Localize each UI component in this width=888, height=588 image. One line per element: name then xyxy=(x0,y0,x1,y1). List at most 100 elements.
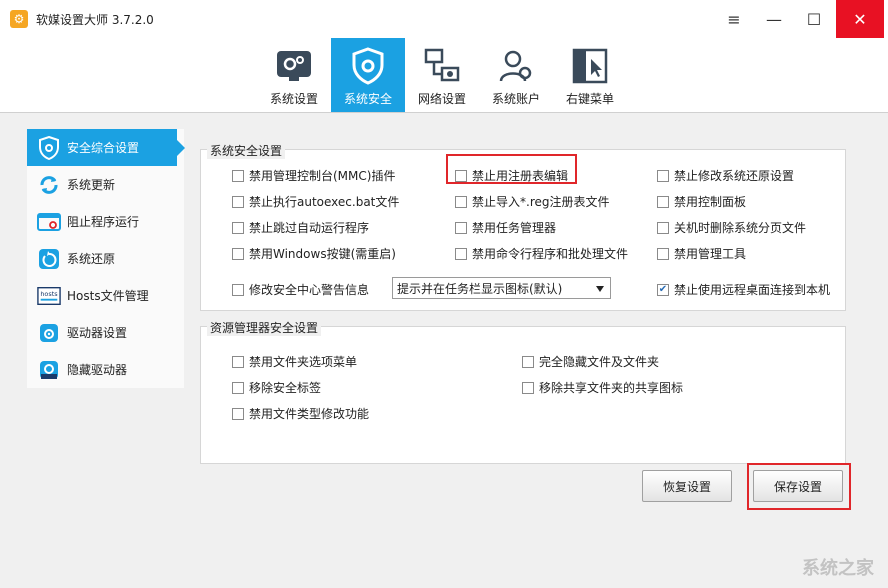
checkbox-disable-windows-key[interactable]: 禁用Windows按键(需重启) xyxy=(232,245,396,262)
hide-drive-icon xyxy=(37,358,61,382)
checkbox-box[interactable] xyxy=(232,221,244,234)
checkbox-box[interactable] xyxy=(522,381,534,394)
checkbox-box[interactable] xyxy=(657,247,669,260)
checkbox-box[interactable] xyxy=(657,169,669,182)
tab-label: 系统账户 xyxy=(491,92,540,106)
menu-button[interactable]: ≡ xyxy=(714,0,754,38)
users-icon xyxy=(496,46,536,86)
block-window-icon xyxy=(37,210,61,234)
group-title: 资源管理器安全设置 xyxy=(207,319,322,336)
svg-text:hosts: hosts xyxy=(40,290,58,298)
checkbox-label: 禁用文件夹选项菜单 xyxy=(249,355,358,369)
sidebar-item-label: 系统还原 xyxy=(67,252,116,266)
checkbox-disable-mmc[interactable]: 禁用管理控制台(MMC)插件 xyxy=(232,167,395,184)
checkbox-disable-remote-desktop[interactable]: ✔ 禁止使用远程桌面连接到本机 xyxy=(657,281,830,298)
close-button[interactable]: ✕ xyxy=(836,0,884,38)
checkbox-box[interactable] xyxy=(232,407,244,420)
checkbox-box[interactable] xyxy=(232,355,244,368)
checkbox-box[interactable] xyxy=(232,169,244,182)
restore-settings-button[interactable]: 恢复设置 xyxy=(642,470,732,502)
alert-mode-select[interactable]: 提示并在任务栏显示图标(默认) xyxy=(392,277,611,299)
tab-context-menu[interactable]: 右键菜单 xyxy=(553,38,627,112)
checkbox-hide-files-completely[interactable]: 完全隐藏文件及文件夹 xyxy=(522,353,659,370)
checkbox-label: 禁用控制面板 xyxy=(674,195,747,209)
watermark-logo: 系统之家 xyxy=(802,558,874,579)
sidebar: 安全综合设置 系统更新 阻止程序运行 系统还原 hosts Hosts文件管理 … xyxy=(27,129,185,388)
sidebar-item-label: 阻止程序运行 xyxy=(67,215,140,229)
context-menu-icon xyxy=(570,46,610,86)
checkbox-label: 禁用文件类型修改功能 xyxy=(249,407,370,421)
checkbox-disable-autoexec[interactable]: 禁止执行autoexec.bat文件 xyxy=(232,193,399,210)
checkbox-label: 修改安全中心警告信息 xyxy=(249,283,370,297)
minimize-button[interactable]: — xyxy=(754,0,794,38)
shield-icon xyxy=(348,46,388,86)
tab-system-settings[interactable]: 系统设置 xyxy=(257,38,331,112)
tab-system-security[interactable]: 系统安全 xyxy=(331,38,405,112)
checkbox-modify-security-center-alert[interactable]: 修改安全中心警告信息 xyxy=(232,281,369,298)
checkbox-label: 禁用命令行程序和批处理文件 xyxy=(472,247,629,261)
group-title: 系统安全设置 xyxy=(207,142,286,159)
main-panel: 安全综合设置 系统更新 阻止程序运行 系统还原 hosts Hosts文件管理 … xyxy=(0,112,888,588)
checkbox-disable-skip-autorun[interactable]: 禁止跳过自动运行程序 xyxy=(232,219,369,236)
checkbox-box[interactable] xyxy=(232,283,244,296)
highlight-regedit-option xyxy=(446,154,577,184)
checkbox-box[interactable] xyxy=(455,195,467,208)
checkbox-disable-task-manager[interactable]: 禁用任务管理器 xyxy=(455,219,556,236)
checkbox-label: 禁止修改系统还原设置 xyxy=(674,169,795,183)
sidebar-item-label: Hosts文件管理 xyxy=(67,289,149,303)
checkbox-box[interactable] xyxy=(657,221,669,234)
tab-label: 系统安全 xyxy=(343,92,392,106)
checkbox-box[interactable]: ✔ xyxy=(657,283,669,296)
drive-icon xyxy=(37,321,61,345)
checkbox-remove-security-tab[interactable]: 移除安全标签 xyxy=(232,379,321,396)
sidebar-item-system-restore[interactable]: 系统还原 xyxy=(27,240,184,277)
checkbox-box[interactable] xyxy=(455,221,467,234)
checkbox-disable-cmd[interactable]: 禁用命令行程序和批处理文件 xyxy=(455,245,628,262)
main-toolbar: 系统设置 系统安全 网络设置 系统账户 右键菜单 xyxy=(0,38,888,112)
sidebar-item-hide-drives[interactable]: 隐藏驱动器 xyxy=(27,351,184,388)
select-value: 提示并在任务栏显示图标(默认) xyxy=(397,281,563,296)
checkbox-label: 移除安全标签 xyxy=(249,381,322,395)
checkbox-box[interactable] xyxy=(232,195,244,208)
restore-icon xyxy=(37,247,61,271)
checkbox-label: 禁止使用远程桌面连接到本机 xyxy=(674,283,831,297)
checkbox-label: 禁用Windows按键(需重启) xyxy=(249,247,396,261)
checkbox-box[interactable] xyxy=(657,195,669,208)
sidebar-item-system-update[interactable]: 系统更新 xyxy=(27,166,184,203)
checkbox-label: 关机时删除系统分页文件 xyxy=(674,221,807,235)
checkbox-clear-pagefile[interactable]: 关机时删除系统分页文件 xyxy=(657,219,806,236)
checkbox-label: 禁用管理工具 xyxy=(674,247,747,261)
checkbox-disable-folder-options[interactable]: 禁用文件夹选项菜单 xyxy=(232,353,357,370)
checkbox-disable-filetype-edit[interactable]: 禁用文件类型修改功能 xyxy=(232,405,369,422)
explorer-security-group: 资源管理器安全设置 禁用文件夹选项菜单 完全隐藏文件及文件夹 移除安全标签 移除… xyxy=(200,319,846,464)
sidebar-item-drive-settings[interactable]: 驱动器设置 xyxy=(27,314,184,351)
refresh-icon xyxy=(37,173,61,197)
maximize-button[interactable]: ☐ xyxy=(794,0,834,38)
sidebar-item-label: 隐藏驱动器 xyxy=(67,363,128,377)
tab-network-settings[interactable]: 网络设置 xyxy=(405,38,479,112)
checkbox-label: 完全隐藏文件及文件夹 xyxy=(539,355,660,369)
dropdown-arrow-icon[interactable] xyxy=(596,286,604,292)
sidebar-item-label: 安全综合设置 xyxy=(67,141,140,155)
sidebar-item-hosts-management[interactable]: hosts Hosts文件管理 xyxy=(27,277,184,314)
checkbox-box[interactable] xyxy=(522,355,534,368)
sidebar-item-label: 系统更新 xyxy=(67,178,116,192)
checkbox-label: 禁用管理控制台(MMC)插件 xyxy=(249,169,396,183)
checkbox-remove-share-icon[interactable]: 移除共享文件夹的共享图标 xyxy=(522,379,683,396)
app-logo-icon: ⚙ xyxy=(10,10,28,28)
checkbox-box[interactable] xyxy=(232,381,244,394)
checkbox-box[interactable] xyxy=(455,247,467,260)
tab-label: 右键菜单 xyxy=(565,92,614,106)
checkbox-disable-reg-import[interactable]: 禁止导入*.reg注册表文件 xyxy=(455,193,610,210)
checkbox-disable-admin-tools[interactable]: 禁用管理工具 xyxy=(657,245,746,262)
checkbox-disable-restore-settings[interactable]: 禁止修改系统还原设置 xyxy=(657,167,794,184)
network-icon xyxy=(422,46,462,86)
title-bar: ⚙ 软媒设置大师 3.7.2.0 ≡ — ☐ ✕ xyxy=(0,0,888,38)
sidebar-item-block-programs[interactable]: 阻止程序运行 xyxy=(27,203,184,240)
checkbox-box[interactable] xyxy=(232,247,244,260)
settings-screen-icon xyxy=(274,46,314,86)
window-title: 软媒设置大师 3.7.2.0 xyxy=(36,13,154,27)
sidebar-item-security-overview[interactable]: 安全综合设置 xyxy=(27,129,185,166)
tab-system-accounts[interactable]: 系统账户 xyxy=(479,38,553,112)
checkbox-disable-control-panel[interactable]: 禁用控制面板 xyxy=(657,193,746,210)
